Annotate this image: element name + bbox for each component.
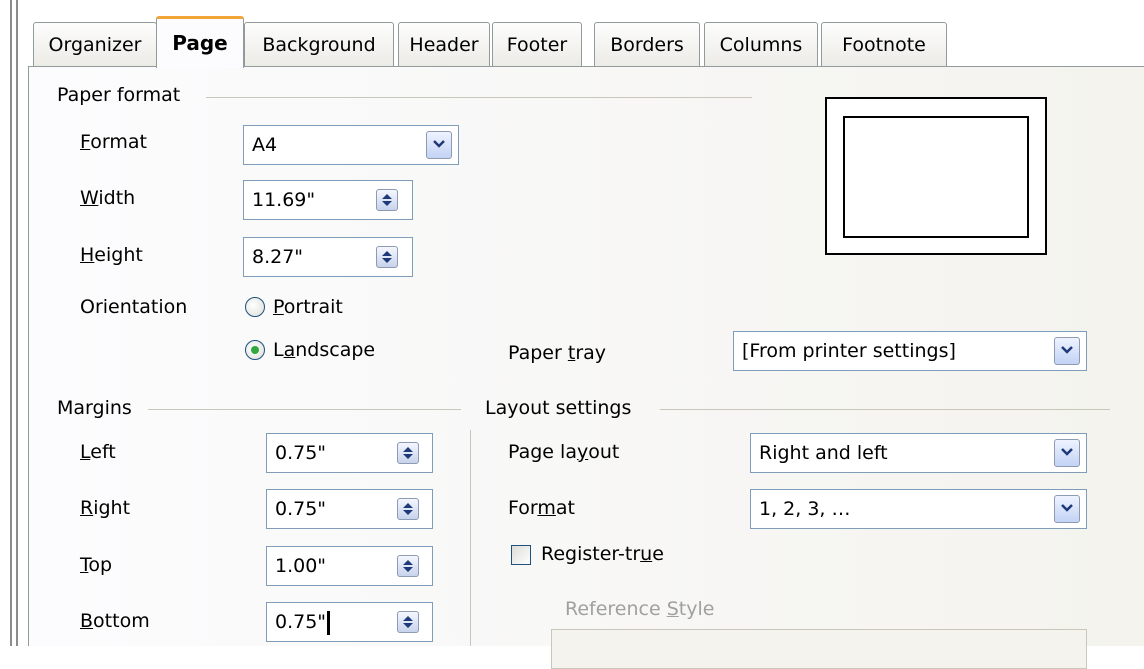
layout-format-label: Format [508,497,575,519]
layout-format-select[interactable]: 1, 2, 3, … [750,489,1087,529]
paper-format-rule [206,97,752,98]
spin-arrows-icon[interactable] [376,189,398,211]
window-edge-line-2 [16,0,18,646]
margins-rule [148,409,461,410]
width-label: Width [80,187,136,209]
page-layout-value: Right and left [759,442,888,464]
window-edge-line [10,0,12,646]
format-select[interactable]: A4 [243,125,459,165]
portrait-label[interactable]: Portrait [273,296,343,318]
margins-title: Margins [57,397,132,419]
height-spinfield[interactable]: 8.27" [243,237,413,277]
tab-header[interactable]: Header [398,22,490,66]
format-label: Format [80,131,147,153]
layout-settings-title: Layout settings [485,397,632,419]
reference-style-select [551,629,1087,669]
orientation-label: Orientation [80,296,188,318]
right-margin-spinfield[interactable]: 0.75" [266,489,433,529]
layout-settings-rule [660,409,1110,410]
landscape-label[interactable]: Landscape [273,339,375,361]
spin-arrows-icon[interactable] [397,555,419,577]
landscape-radio[interactable] [245,340,265,360]
left-margin-label: Left [80,441,116,463]
tab-strip: Organizer Page Background Header Footer … [28,0,1144,68]
tab-organizer[interactable]: Organizer [33,22,157,66]
bottom-margin-value: 0.75" [275,611,327,633]
page-layout-label: Page layout [508,441,620,463]
paper-format-title: Paper format [57,84,181,106]
tab-borders[interactable]: Borders [594,22,700,66]
right-margin-value: 0.75" [275,498,327,520]
portrait-radio[interactable] [245,297,265,317]
tab-page[interactable]: Page [156,16,244,68]
tab-columns[interactable]: Columns [704,22,818,66]
spin-arrows-icon[interactable] [397,611,419,633]
reference-style-label: Reference Style [565,598,715,620]
chevron-down-icon[interactable] [1054,495,1080,523]
right-margin-label: Right [80,497,131,519]
register-true-label[interactable]: Register-true [541,543,664,565]
margins-divider [470,430,471,646]
top-margin-spinfield[interactable]: 1.00" [266,546,433,586]
height-label: Height [80,244,143,266]
top-margin-label: Top [80,554,113,576]
text-cursor [327,610,331,635]
bottom-margin-label: Bottom [80,610,150,632]
register-true-checkbox[interactable] [511,545,531,565]
spin-arrows-icon[interactable] [376,246,398,268]
chevron-down-icon[interactable] [426,131,452,159]
format-select-value: A4 [252,134,278,156]
tab-background[interactable]: Background [244,22,394,66]
page-preview [825,97,1047,255]
page-layout-select[interactable]: Right and left [750,433,1087,473]
chevron-down-icon[interactable] [1054,439,1080,467]
bottom-margin-spinfield[interactable]: 0.75" [266,602,433,642]
tab-footnote[interactable]: Footnote [821,22,947,66]
left-margin-spinfield[interactable]: 0.75" [266,433,433,473]
layout-format-value: 1, 2, 3, … [759,498,851,520]
width-value: 11.69" [252,189,316,211]
paper-tray-label: Paper tray [508,342,607,364]
spin-arrows-icon[interactable] [397,442,419,464]
tab-footer[interactable]: Footer [492,22,582,66]
width-spinfield[interactable]: 11.69" [243,180,413,220]
chevron-down-icon[interactable] [1054,337,1080,365]
radio-selected-dot [251,346,259,354]
height-value: 8.27" [252,246,304,268]
paper-tray-value: [From printer settings] [742,340,956,362]
page-preview-margin-box [843,116,1029,238]
top-margin-value: 1.00" [275,555,327,577]
left-margin-value: 0.75" [275,442,327,464]
spin-arrows-icon[interactable] [397,498,419,520]
paper-tray-select[interactable]: [From printer settings] [733,331,1087,371]
